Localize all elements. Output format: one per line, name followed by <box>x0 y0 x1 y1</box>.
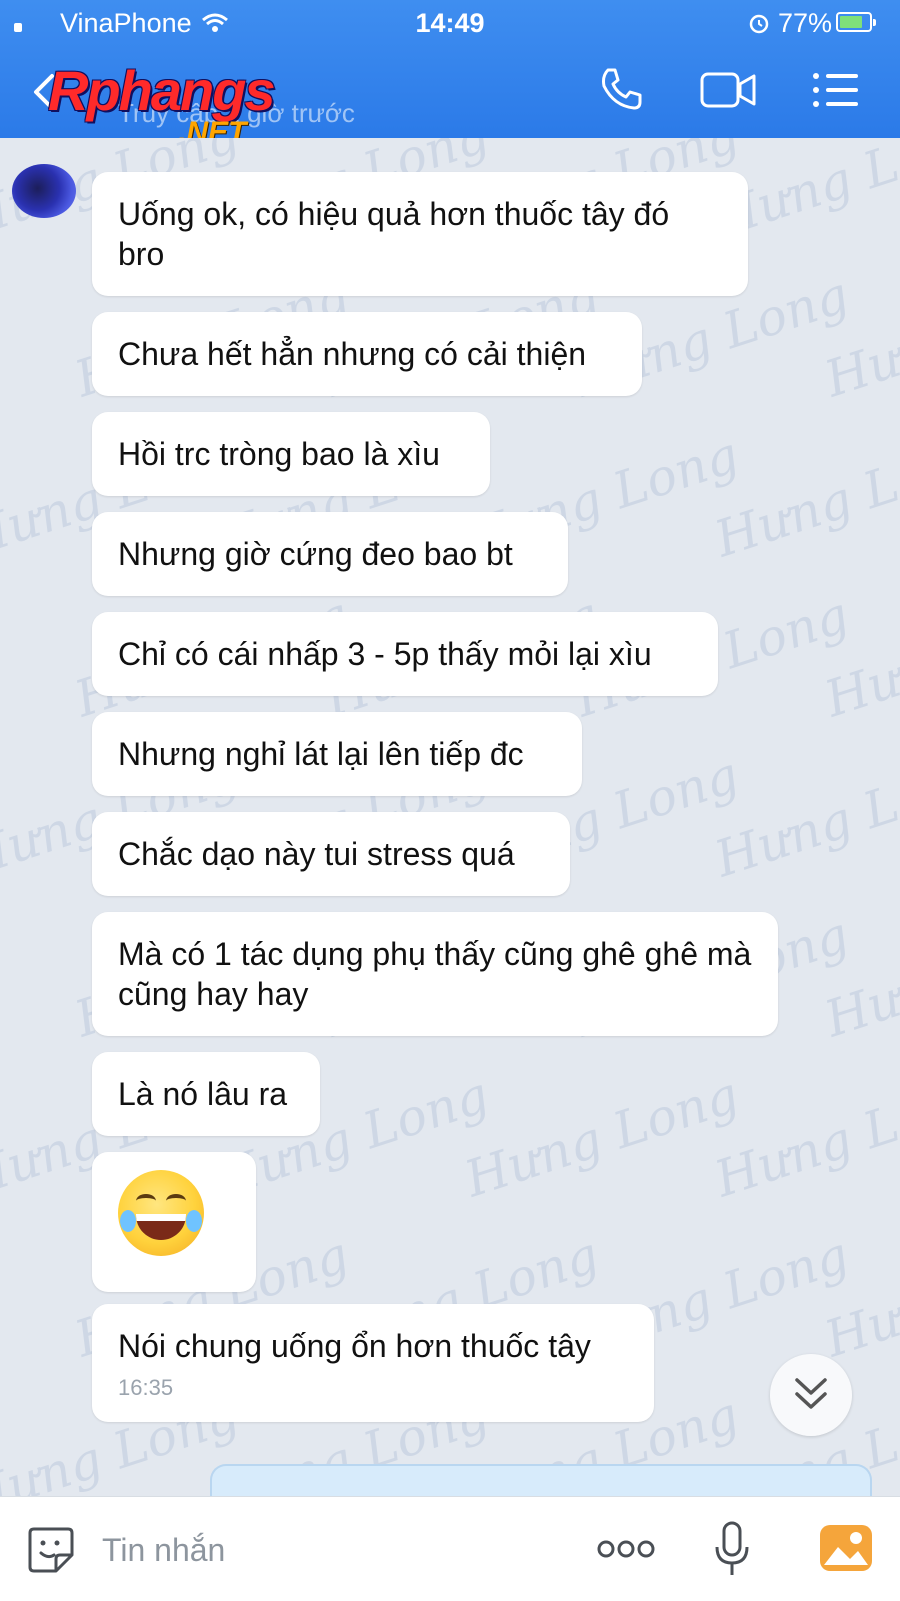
call-icon[interactable] <box>598 66 644 112</box>
sticker-icon[interactable] <box>26 1525 76 1575</box>
image-gallery-icon[interactable] <box>818 1523 874 1573</box>
watermark-text: Hưng Long <box>457 1065 746 1209</box>
message-bubble[interactable]: Chắc dạo này tui stress quá <box>92 812 570 896</box>
message-bubble[interactable]: Nhưng nghỉ lát lại lên tiếp đc <box>92 712 582 796</box>
chat-header: VinaPhone 14:49 77% Truy cập 1 giờ trước… <box>0 0 900 149</box>
message-bubble[interactable]: Chưa hết hẳn nhưng có cải thiện <box>92 312 642 396</box>
watermark-text: Hưng Long <box>817 586 900 729</box>
video-call-icon[interactable] <box>700 70 756 110</box>
message-text: Nhưng giờ cứng đeo bao bt <box>118 536 513 572</box>
message-text: Chắc dạo này tui stress quá <box>118 836 515 872</box>
message-bubble[interactable]: Là nó lâu ra <box>92 1052 320 1136</box>
message-text: Hồi trc tròng bao là xìu <box>118 436 440 472</box>
watermark-text: Hưng Long <box>817 266 900 409</box>
outgoing-message-bubble[interactable] <box>210 1464 872 1496</box>
laughing-tears-emoji-icon <box>118 1170 204 1256</box>
watermark-text: Hưng Long <box>817 1226 900 1369</box>
message-text: Chỉ có cái nhấp 3 - 5p thấy mỏi lại xìu <box>118 636 652 672</box>
logo-main: Rphangs <box>48 59 276 122</box>
message-composer <box>0 1496 900 1601</box>
message-bubble[interactable]: Nhưng giờ cứng đeo bao bt <box>92 512 568 596</box>
emoji-bubble[interactable] <box>92 1152 256 1292</box>
double-chevron-down-icon <box>795 1378 827 1409</box>
status-bar: VinaPhone 14:49 77% <box>0 0 900 46</box>
menu-icon[interactable] <box>812 72 858 108</box>
watermark-text: Hưng Long <box>817 906 900 1049</box>
message-input[interactable] <box>100 1523 564 1577</box>
watermark-text: Hưng Long <box>707 745 900 889</box>
message-text: Là nó lâu ra <box>118 1076 288 1112</box>
message-text: Uống ok, có hiệu quả hơn thuốc tây đó br… <box>118 196 670 272</box>
message-text: Mà có 1 tác dụng phụ thấy cũng ghê ghê m… <box>118 936 752 1012</box>
battery-percent: 77% <box>778 8 833 38</box>
message-bubble[interactable]: Chỉ có cái nhấp 3 - 5p thấy mỏi lại xìu <box>92 612 718 696</box>
avatar[interactable] <box>12 164 76 218</box>
battery-icon <box>836 12 876 32</box>
message-bubble[interactable]: Mà có 1 tác dụng phụ thấy cũng ghê ghê m… <box>92 912 778 1036</box>
microphone-icon[interactable] <box>714 1521 750 1577</box>
message-text: Nói chung uống ổn hơn thuốc tây <box>118 1328 591 1364</box>
message-time: 16:35 <box>118 1375 174 1400</box>
scroll-to-bottom-button[interactable] <box>770 1354 852 1436</box>
message-bubble[interactable]: Hồi trc tròng bao là xìu <box>92 412 490 496</box>
message-text: Nhưng nghỉ lát lại lên tiếp đc <box>118 736 524 772</box>
chat-area[interactable]: Hưng LongHưng LongHưng LongHưng LongHưng… <box>0 138 900 1496</box>
more-options-icon[interactable] <box>596 1537 656 1561</box>
watermark-text: Hưng Long <box>707 1065 900 1209</box>
watermark-text: Hưng Long <box>707 425 900 569</box>
alarm-icon <box>749 14 769 34</box>
message-text: Chưa hết hẳn nhưng có cải thiện <box>118 336 587 372</box>
message-bubble[interactable]: Nói chung uống ổn hơn thuốc tây 16:35 <box>92 1304 654 1422</box>
message-bubble[interactable]: Uống ok, có hiệu quả hơn thuốc tây đó br… <box>92 172 748 296</box>
